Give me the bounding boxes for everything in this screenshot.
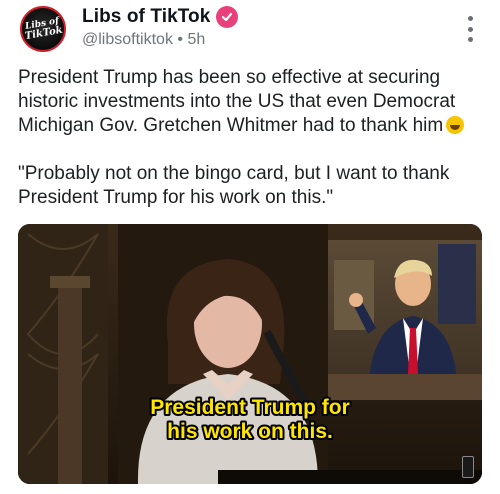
video-watermark-icon [462,456,474,478]
handle-row: @libsoftiktok • 5h [82,31,205,49]
caption-overlay: President Trump for his work on this. [148,394,352,445]
rolling-on-floor-laughing-emoji-icon [446,116,465,134]
post-paragraph-1-text: President Trump has been so effective at… [18,67,456,136]
handle[interactable]: @libsoftiktok [82,31,173,48]
avatar[interactable]: Libs of TikTok [19,5,67,53]
video-player[interactable]: President Trump for his work on this. [18,224,482,484]
avatar-logo: Libs of TikTok [19,5,67,53]
name-row: Libs of TikTok [82,6,239,28]
post-text: President Trump has been so effective at… [18,66,486,210]
caption-line-2: his work on this. [167,420,333,443]
display-name[interactable]: Libs of TikTok [82,6,210,28]
verified-badge-icon [216,6,239,28]
post-time: 5h [187,31,206,48]
separator-dot: • [177,31,183,48]
more-vertical-icon[interactable] [464,16,476,42]
post-paragraph-1: President Trump has been so effective at… [18,66,486,138]
caption-line-1: President Trump for [150,396,350,419]
post-header: Libs of TikTok Libs of TikTok @libsoftik… [18,4,482,54]
post-paragraph-2: "Probably not on the bingo card, but I w… [18,163,450,208]
